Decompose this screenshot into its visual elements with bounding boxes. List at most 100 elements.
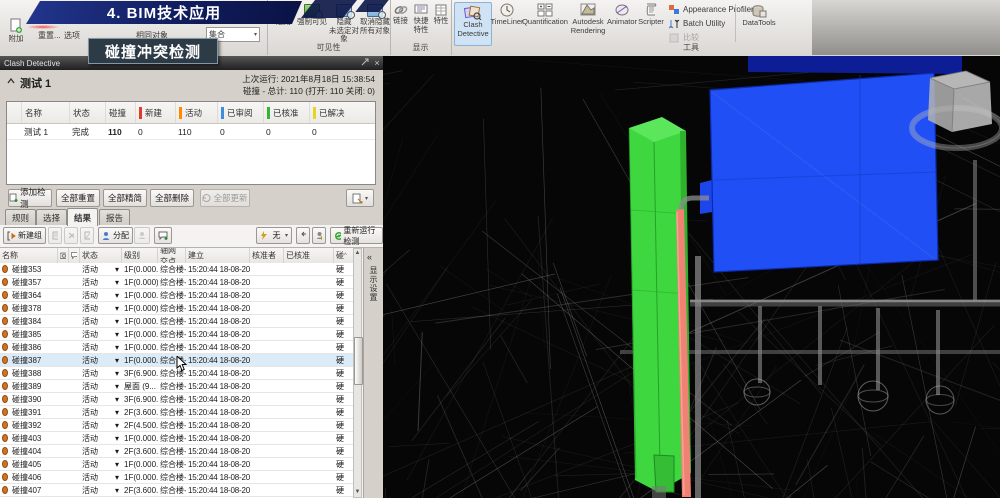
status-dropdown-icon[interactable]: ▾ [112, 445, 122, 457]
clash-status[interactable]: 活动 [80, 341, 112, 353]
delete-all-button[interactable]: 全部删除 [150, 189, 194, 207]
camera-column-icon[interactable] [58, 248, 69, 263]
close-icon[interactable]: × [371, 58, 383, 68]
reset-all-button[interactable]: 全部重置 [56, 189, 100, 207]
quantification-button[interactable]: Quantification [521, 2, 569, 27]
clash-level: 3F(6.900... [122, 393, 158, 405]
clash-detective-button[interactable]: Clash Detective [454, 2, 492, 46]
clash-status[interactable]: 活动 [80, 263, 112, 275]
collapse-chevron-icon[interactable] [7, 78, 15, 84]
clash-result-row[interactable]: 碰撞406 活动 ▾ 1F(0.000... 综合楼-... 15:20:44 … [0, 471, 353, 484]
timeliner-button[interactable]: TimeLiner [493, 2, 521, 27]
clash-status[interactable]: 活动 [80, 393, 112, 405]
clash-status[interactable]: 活动 [80, 380, 112, 392]
rerun-test-button[interactable]: 重新运行检测 [330, 227, 383, 244]
viewport-3d[interactable] [383, 56, 1000, 498]
options-button[interactable]: 选项 [64, 30, 80, 41]
clash-status[interactable]: 活动 [80, 289, 112, 301]
timeliner-icon [499, 2, 515, 17]
add-comment-button[interactable] [154, 227, 172, 244]
clash-status[interactable]: 活动 [80, 458, 112, 470]
clash-result-row[interactable]: 碰撞378 活动 ▾ 1F(0.000) 综合楼-... 15:20:44 18… [0, 302, 353, 315]
display-settings-pane[interactable]: « 显示设置 [363, 248, 383, 498]
selected-element-blue[interactable] [700, 56, 962, 272]
status-dropdown-icon[interactable]: ▾ [112, 380, 122, 392]
highlight-filter-dropdown[interactable]: 无 ▾ [256, 227, 292, 244]
tab-report[interactable]: 报告 [99, 209, 130, 226]
clash-status[interactable]: 活动 [80, 328, 112, 340]
add-test-button[interactable]: 添加检测 [8, 189, 52, 207]
tab-results[interactable]: 结果 [67, 208, 98, 226]
test-row[interactable]: 测试 1 完成 110 0 110 0 0 0 [7, 124, 375, 140]
status-dropdown-icon[interactable]: ▾ [112, 289, 122, 301]
clash-result-row[interactable]: 碰撞403 活动 ▾ 1F(0.000... 综合楼-... 15:20:44 … [0, 432, 353, 445]
scrollbar-thumb[interactable] [354, 337, 363, 385]
clash-status[interactable]: 活动 [80, 445, 112, 457]
results-scrollbar[interactable]: ▲ ▼ [353, 248, 362, 498]
assign-button[interactable]: 分配 [98, 227, 133, 244]
append-button[interactable]: 附加 [2, 18, 30, 44]
clash-result-row[interactable]: 碰撞391 活动 ▾ 2F(3.600... 综合楼-... 15:20:44 … [0, 406, 353, 419]
clash-status[interactable]: 活动 [80, 406, 112, 418]
clash-result-row[interactable]: 碰撞357 活动 ▾ 1F(0.000) 综合楼-... 15:20:44 18… [0, 276, 353, 289]
clash-status[interactable]: 活动 [80, 471, 112, 483]
scripter-button[interactable]: Scripter [637, 2, 665, 27]
clash-result-row[interactable]: 碰撞404 活动 ▾ 2F(3.600... 综合楼-... 15:20:44 … [0, 445, 353, 458]
clash-status[interactable]: 活动 [80, 432, 112, 444]
status-dropdown-icon[interactable]: ▾ [112, 406, 122, 418]
scroll-down-icon[interactable]: ▼ [354, 488, 361, 497]
expand-pane-icon[interactable]: « [367, 252, 372, 262]
tab-select[interactable]: 选择 [36, 209, 67, 226]
status-dropdown-icon[interactable]: ▾ [112, 432, 122, 444]
animator-button[interactable]: Animator [607, 2, 637, 27]
status-dropdown-icon[interactable]: ▾ [112, 484, 122, 496]
status-dropdown-icon[interactable]: ▾ [112, 458, 122, 470]
status-dropdown-icon[interactable]: ▾ [112, 315, 122, 327]
reset-button[interactable]: 重置... [38, 30, 61, 41]
clash-result-row[interactable]: 碰撞384 活动 ▾ 1F(0.000... 综合楼-... 15:20:44 … [0, 315, 353, 328]
camera-cell [58, 354, 69, 366]
comment-column-icon[interactable] [69, 248, 80, 263]
properties-button[interactable]: 特性 [433, 4, 449, 26]
scroll-up-icon[interactable]: ▲ [354, 249, 361, 258]
status-dropdown-icon[interactable]: ▾ [112, 367, 122, 379]
clash-result-row[interactable]: 碰撞353 活动 ▾ 1F(0.000... 综合楼-... 15:20:44 … [0, 263, 353, 276]
clash-result-row[interactable]: 碰撞405 活动 ▾ 1F(0.000... 综合楼-... 15:20:44 … [0, 458, 353, 471]
status-dropdown-icon[interactable]: ▾ [112, 302, 122, 314]
clash-result-row[interactable]: 碰撞385 活动 ▾ 1F(0.000... 综合楼-... 15:20:44 … [0, 328, 353, 341]
clash-status[interactable]: 活动 [80, 419, 112, 431]
status-dropdown-icon[interactable]: ▾ [112, 419, 122, 431]
new-group-button[interactable]: 新建组 [3, 227, 46, 244]
pin-icon[interactable] [359, 58, 371, 68]
clash-result-row[interactable]: 碰撞392 活动 ▾ 2F(4.500... 综合楼-... 15:20:44 … [0, 419, 353, 432]
report-export-button[interactable]: ▾ [346, 189, 374, 207]
clash-result-row[interactable]: 碰撞364 活动 ▾ 1F(0.000... 综合楼-... 15:20:44 … [0, 289, 353, 302]
report-export-icon [352, 193, 363, 204]
clash-status[interactable]: 活动 [80, 315, 112, 327]
tab-rules[interactable]: 规则 [5, 209, 36, 226]
links-button[interactable]: 链接 [391, 4, 410, 26]
status-dropdown-icon[interactable]: ▾ [112, 328, 122, 340]
status-dropdown-icon[interactable]: ▾ [112, 393, 122, 405]
quick-properties-button[interactable]: 快捷 特性 [410, 4, 432, 34]
clash-status[interactable]: 活动 [80, 354, 112, 366]
clash-result-row[interactable]: 碰撞407 活动 ▾ 2F(3.600... 综合楼-... 15:20:44 … [0, 484, 353, 497]
clash-result-row[interactable]: 碰撞386 活动 ▾ 1F(0.000... 综合楼-... 15:20:44 … [0, 341, 353, 354]
status-dropdown-icon[interactable]: ▾ [112, 471, 122, 483]
status-dropdown-icon[interactable]: ▾ [112, 276, 122, 288]
undo-button[interactable] [296, 227, 310, 244]
datatools-button[interactable]: DataTools [739, 4, 779, 28]
clash-status-dot [2, 421, 8, 429]
status-dropdown-icon[interactable]: ▾ [112, 341, 122, 353]
clash-result-row[interactable]: 碰撞389 活动 ▾ 屋面 (9... 综合楼-... 15:20:44 18-… [0, 380, 353, 393]
approve-button[interactable] [312, 227, 326, 244]
clash-status[interactable]: 活动 [80, 302, 112, 314]
compact-all-button[interactable]: 全部精简 [103, 189, 147, 207]
status-dropdown-icon[interactable]: ▾ [112, 263, 122, 275]
autodesk-rendering-button[interactable]: Autodesk Rendering [569, 2, 607, 35]
clash-status[interactable]: 活动 [80, 276, 112, 288]
clash-status[interactable]: 活动 [80, 484, 112, 496]
clash-result-row[interactable]: 碰撞390 活动 ▾ 3F(6.900... 综合楼-... 15:20:44 … [0, 393, 353, 406]
status-dropdown-icon[interactable]: ▾ [112, 354, 122, 366]
clash-status[interactable]: 活动 [80, 367, 112, 379]
